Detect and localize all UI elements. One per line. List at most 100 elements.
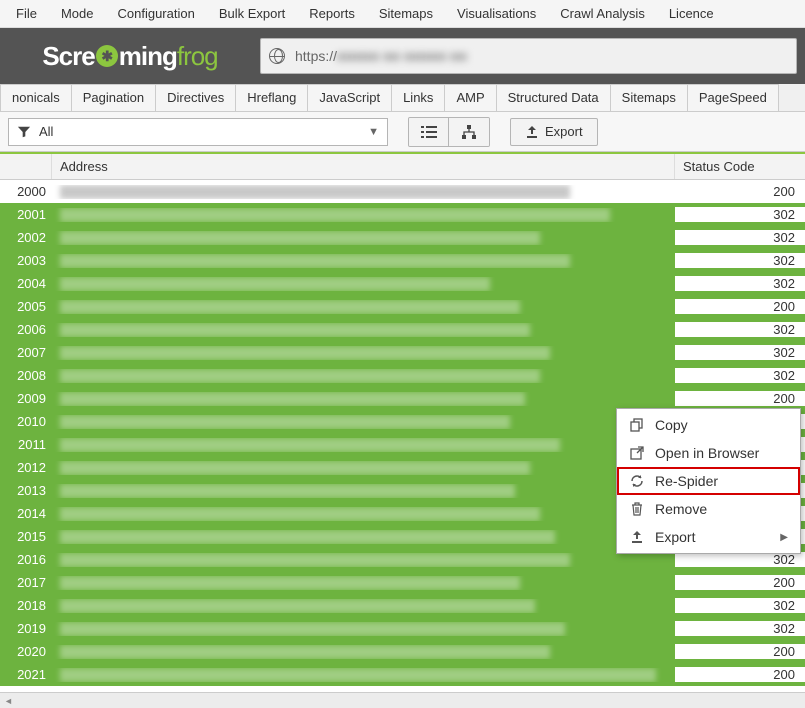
table-row[interactable]: 2021200 — [0, 663, 805, 686]
row-number: 2014 — [0, 506, 52, 521]
table-row[interactable]: 2002302 — [0, 226, 805, 249]
col-address[interactable]: Address — [52, 154, 675, 179]
row-number: 2013 — [0, 483, 52, 498]
context-export[interactable]: Export▶ — [617, 523, 800, 551]
cell-status-code: 200 — [675, 391, 805, 406]
context-menu: Copy Open in Browser Re-Spider Remove Export… — [616, 408, 801, 554]
logo-part2: ming — [119, 41, 177, 72]
tab-amp[interactable]: AMP — [445, 84, 496, 111]
menu-reports[interactable]: Reports — [297, 2, 367, 25]
cell-address — [52, 415, 675, 429]
filter-select[interactable]: All ▼ — [8, 118, 388, 146]
tab-structured-data[interactable]: Structured Data — [497, 84, 611, 111]
tab-directives[interactable]: Directives — [156, 84, 236, 111]
context-label: Remove — [655, 501, 707, 517]
context-remove[interactable]: Remove — [617, 495, 800, 523]
tab-hreflang[interactable]: Hreflang — [236, 84, 308, 111]
tab-javascript[interactable]: JavaScript — [308, 84, 392, 111]
row-number: 2006 — [0, 322, 52, 337]
cell-address — [52, 300, 675, 314]
cell-address — [52, 668, 675, 682]
table-row[interactable]: 2005200 — [0, 295, 805, 318]
refresh-icon — [629, 473, 645, 489]
menu-sitemaps[interactable]: Sitemaps — [367, 2, 445, 25]
logo-part3: frog — [177, 41, 218, 72]
external-icon — [629, 445, 645, 461]
table-row[interactable]: 2009200 — [0, 387, 805, 410]
row-number: 2004 — [0, 276, 52, 291]
cell-address — [52, 622, 675, 636]
row-number: 2020 — [0, 644, 52, 659]
trash-icon — [629, 501, 645, 517]
tab-links[interactable]: Links — [392, 84, 445, 111]
menu-mode[interactable]: Mode — [49, 2, 106, 25]
globe-icon — [269, 48, 285, 64]
table-row[interactable]: 2001302 — [0, 203, 805, 226]
context-re-spider[interactable]: Re-Spider — [617, 467, 800, 495]
url-input[interactable]: https:// ■■■■■ ■■ ■■■■■ ■■ — [260, 38, 797, 74]
tab-pagination[interactable]: Pagination — [72, 84, 156, 111]
cell-address — [52, 346, 675, 360]
col-status-code[interactable]: Status Code — [675, 154, 805, 179]
view-toggle — [408, 117, 490, 147]
row-number: 2002 — [0, 230, 52, 245]
table-row[interactable]: 2008302 — [0, 364, 805, 387]
context-label: Re-Spider — [655, 473, 718, 489]
frog-icon: ✱ — [96, 45, 118, 67]
export-button[interactable]: Export — [510, 118, 598, 146]
table-row[interactable]: 2019 302 — [0, 617, 805, 640]
menu-configuration[interactable]: Configuration — [105, 2, 206, 25]
tabs-row: nonicalsPaginationDirectivesHreflangJava… — [0, 84, 805, 112]
row-number: 2016 — [0, 552, 52, 567]
cell-status-code: 200 — [675, 575, 805, 590]
table-row[interactable]: 2000200 — [0, 180, 805, 203]
context-open-in-browser[interactable]: Open in Browser — [617, 439, 800, 467]
cell-address — [52, 369, 675, 383]
table-row[interactable]: 2003302 — [0, 249, 805, 272]
context-label: Copy — [655, 417, 688, 433]
row-number: 2011 — [0, 437, 52, 452]
cell-address — [52, 461, 675, 475]
cell-address — [52, 553, 675, 567]
cell-status-code: 302 — [675, 276, 805, 291]
upload-icon — [629, 529, 645, 545]
table-row[interactable]: 2004 302 — [0, 272, 805, 295]
cell-address — [52, 254, 675, 268]
list-view-button[interactable] — [409, 118, 449, 146]
filter-icon — [17, 125, 31, 139]
row-number: 2003 — [0, 253, 52, 268]
tab-nonicals[interactable]: nonicals — [0, 84, 72, 111]
tab-pagespeed[interactable]: PageSpeed — [688, 84, 779, 111]
menu-file[interactable]: File — [4, 2, 49, 25]
menu-bulk-export[interactable]: Bulk Export — [207, 2, 297, 25]
url-host-blurred: ■■■■■ ■■ ■■■■■ ■■ — [337, 48, 467, 64]
row-number: 2017 — [0, 575, 52, 590]
cell-status-code: 200 — [675, 299, 805, 314]
table-row[interactable]: 2020200 — [0, 640, 805, 663]
cell-address — [52, 645, 675, 659]
copy-icon — [629, 417, 645, 433]
row-number: 2007 — [0, 345, 52, 360]
cell-address — [52, 185, 675, 199]
col-rownum[interactable] — [0, 154, 52, 179]
table-row[interactable]: 2017 200 — [0, 571, 805, 594]
upload-icon — [525, 125, 539, 139]
cell-status-code: 302 — [675, 621, 805, 636]
tab-sitemaps[interactable]: Sitemaps — [611, 84, 688, 111]
cell-address — [52, 438, 675, 452]
menu-visualisations[interactable]: Visualisations — [445, 2, 548, 25]
table-row[interactable]: 2007302 — [0, 341, 805, 364]
table-row[interactable]: 2018302 — [0, 594, 805, 617]
row-number: 2000 — [0, 184, 52, 199]
cell-status-code: 302 — [675, 368, 805, 383]
menu-crawl-analysis[interactable]: Crawl Analysis — [548, 2, 657, 25]
tree-view-button[interactable] — [449, 118, 489, 146]
horizontal-scrollbar[interactable] — [0, 692, 805, 708]
context-copy[interactable]: Copy — [617, 411, 800, 439]
row-number: 2019 — [0, 621, 52, 636]
list-icon — [421, 125, 437, 139]
menu-licence[interactable]: Licence — [657, 2, 726, 25]
context-label: Export — [655, 529, 695, 545]
table-row[interactable]: 2006302 — [0, 318, 805, 341]
row-number: 2021 — [0, 667, 52, 682]
